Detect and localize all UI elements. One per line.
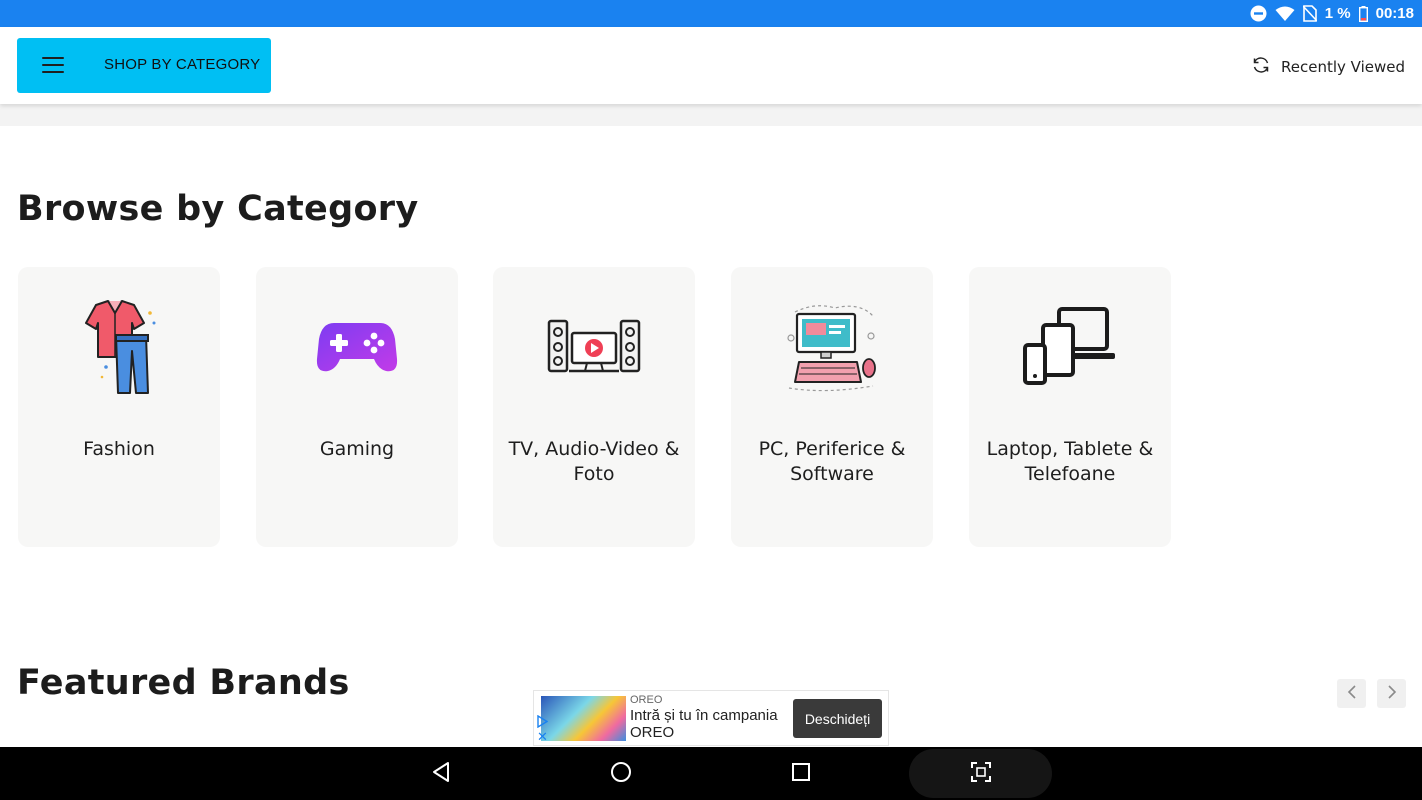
devices-icon — [1023, 307, 1117, 391]
carousel-next-button[interactable] — [1377, 679, 1406, 708]
status-icons: 1 % 00:18 — [1250, 0, 1414, 27]
refresh-icon — [1251, 55, 1271, 79]
chevron-right-icon — [1387, 684, 1397, 703]
browse-by-category-title: Browse by Category — [17, 189, 419, 229]
shop-by-category-button[interactable]: SHOP BY CATEGORY — [17, 38, 271, 93]
ad-open-button[interactable]: Deschideți — [793, 699, 882, 738]
category-label: Fashion — [83, 438, 155, 460]
category-label: Laptop, Tablete & Telefoane — [986, 438, 1154, 485]
category-card-fashion[interactable]: Fashion — [18, 267, 220, 547]
category-label: TV, Audio-Video & Foto — [508, 438, 680, 485]
ad-close-icon[interactable]: ✕ — [537, 730, 548, 744]
recents-button[interactable] — [786, 759, 816, 789]
back-button[interactable] — [426, 759, 456, 789]
shop-by-category-label: SHOP BY CATEGORY — [104, 56, 261, 73]
ad-image — [541, 696, 626, 741]
category-label: PC, Periferice & Software — [758, 438, 906, 485]
ad-advertiser: OREO — [630, 694, 663, 706]
category-card-pc-periferice-software[interactable]: PC, Periferice & Software — [731, 267, 933, 547]
wifi-icon — [1275, 6, 1295, 22]
category-card-tv-audio-video-foto[interactable]: TV, Audio-Video & Foto — [493, 267, 695, 547]
home-icon — [610, 761, 632, 787]
featured-brands-title: Featured Brands — [17, 663, 350, 703]
ad-banner[interactable]: ✕ OREO Intră și tu în campania OREO Desc… — [533, 690, 889, 746]
category-card-laptop-tablete-telefoane[interactable]: Laptop, Tablete & Telefoane — [969, 267, 1171, 547]
battery-icon — [1358, 5, 1368, 22]
do-not-disturb-icon — [1250, 5, 1267, 22]
app-screen: 1 % 00:18 SHOP BY CATEGORY Recently View… — [0, 0, 1422, 800]
no-sim-icon — [1302, 5, 1317, 22]
ad-choices-icon[interactable] — [537, 713, 549, 729]
top-header: SHOP BY CATEGORY Recently Viewed — [0, 27, 1422, 104]
category-card-gaming[interactable]: Gaming — [256, 267, 458, 547]
screenshot-button[interactable] — [909, 749, 1052, 798]
home-button[interactable] — [606, 759, 636, 789]
hamburger-menu-icon — [42, 57, 64, 73]
computer-icon — [785, 302, 879, 396]
recently-viewed-link[interactable]: Recently Viewed — [1251, 55, 1405, 79]
back-icon — [431, 761, 451, 787]
chevron-left-icon — [1347, 684, 1357, 703]
home-theater-icon — [547, 319, 641, 379]
gamepad-icon — [316, 319, 398, 379]
ad-brand-line: OREO — [630, 724, 675, 741]
system-nav-bar — [0, 747, 1422, 800]
ad-headline: Intră și tu în campania — [630, 707, 778, 724]
screenshot-icon — [970, 761, 991, 786]
category-label: Gaming — [319, 438, 395, 460]
status-bar: 1 % 00:18 — [0, 0, 1422, 27]
recently-viewed-label: Recently Viewed — [1281, 58, 1405, 76]
clothes-icon — [74, 299, 164, 399]
clock: 00:18 — [1375, 5, 1414, 22]
battery-text: 1 % — [1324, 5, 1351, 22]
recents-icon — [791, 762, 811, 786]
carousel-prev-button[interactable] — [1337, 679, 1366, 708]
header-divider-strip — [0, 104, 1422, 126]
